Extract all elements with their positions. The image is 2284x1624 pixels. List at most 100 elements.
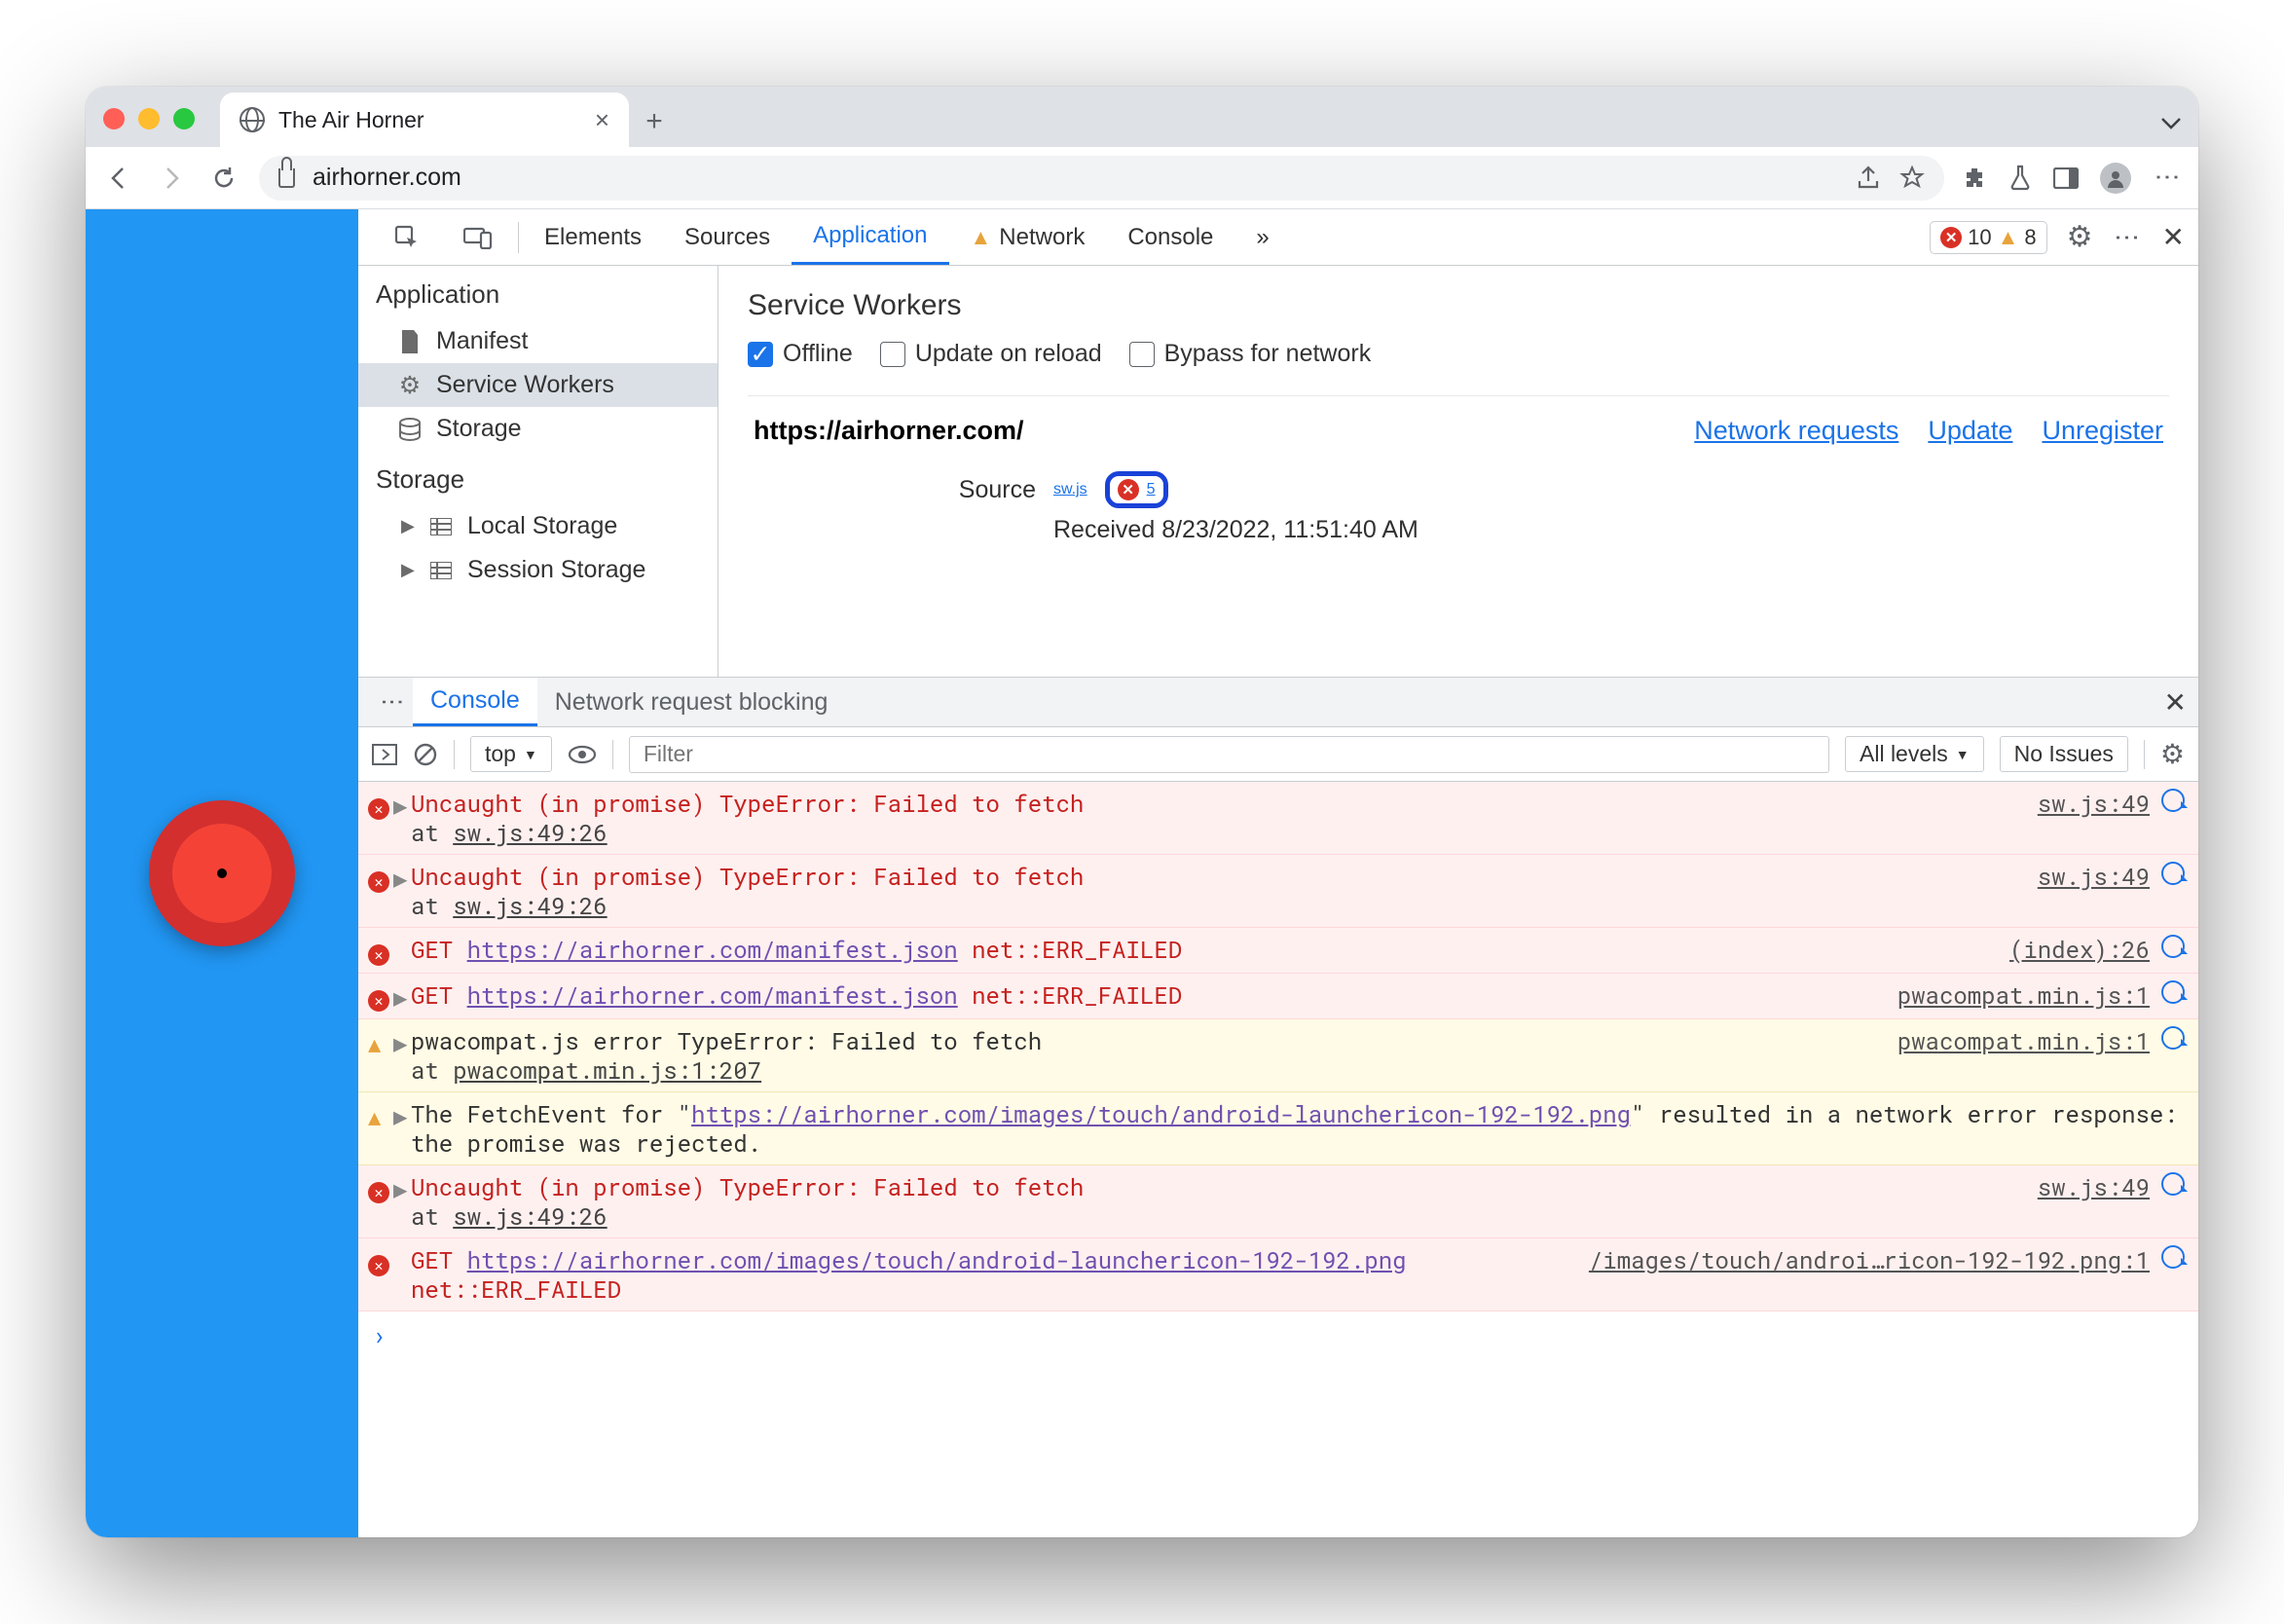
warning-icon: ▲ <box>1998 225 2019 250</box>
inspect-icon[interactable] <box>372 209 442 265</box>
close-tab-button[interactable]: × <box>595 105 609 135</box>
tab-console[interactable]: Console <box>1106 209 1234 265</box>
drawer-tab-nrb[interactable]: Network request blocking <box>537 678 846 726</box>
tab-title: The Air Horner <box>278 107 424 133</box>
error-icon: ✕ <box>1118 479 1139 500</box>
tab-network[interactable]: ▲Network <box>949 209 1107 265</box>
log-levels-selector[interactable]: All levels ▼ <box>1845 736 1984 772</box>
sidebar-item-manifest[interactable]: Manifest <box>358 319 718 363</box>
console-message[interactable]: ▲▶The FetchEvent for "https://airhorner.… <box>358 1092 2198 1165</box>
console-message[interactable]: ✕▶Uncaught (in promise) TypeError: Faile… <box>358 1165 2198 1238</box>
sidebar-item-storage[interactable]: Storage <box>358 407 718 451</box>
drawer-menu-button[interactable]: ⋮ <box>370 690 413 714</box>
toolbar: airhorner.com ⋮ <box>86 147 2198 209</box>
back-button[interactable] <box>101 161 136 196</box>
reload-button[interactable] <box>206 161 241 196</box>
error-icon: ✕ <box>1940 227 1962 248</box>
profile-button[interactable] <box>2100 163 2131 194</box>
gear-icon: ⚙ <box>397 373 423 398</box>
bookmark-icon[interactable] <box>1899 166 1925 191</box>
bypass-for-network-checkbox[interactable]: Bypass for network <box>1129 340 1372 368</box>
close-devtools-button[interactable]: ✕ <box>2162 221 2185 253</box>
url-text: airhorner.com <box>313 164 461 192</box>
manifest-icon <box>397 329 423 354</box>
console-message[interactable]: ✕GET https://airhorner.com/images/touch/… <box>358 1238 2198 1311</box>
loop-icon <box>2161 1245 2185 1269</box>
issues-button[interactable]: No Issues <box>2000 736 2128 772</box>
console-message[interactable]: ✕▶GET https://airhorner.com/manifest.jso… <box>358 974 2198 1019</box>
tabs-dropdown-button[interactable] <box>2161 118 2181 129</box>
grid-icon <box>428 558 454 583</box>
browser-tab[interactable]: The Air Horner × <box>220 92 629 147</box>
sidebar-item-service-workers[interactable]: ⚙ Service Workers <box>358 363 718 407</box>
console-settings-icon[interactable]: ⚙ <box>2160 738 2185 770</box>
device-icon[interactable] <box>442 209 514 265</box>
tab-elements[interactable]: Elements <box>523 209 663 265</box>
loop-icon <box>2161 862 2185 885</box>
titlebar: The Air Horner × + <box>86 87 2198 147</box>
context-selector[interactable]: top ▼ <box>470 736 552 772</box>
devtools-tabstrip: Elements Sources Application ▲Network Co… <box>358 209 2198 266</box>
loop-icon <box>2161 980 2185 1004</box>
update-link[interactable]: Update <box>1928 416 2012 446</box>
more-tabs-button[interactable]: » <box>1234 209 1290 265</box>
clear-console-button[interactable] <box>413 742 438 767</box>
application-sidebar: Application Manifest ⚙ Service Workers S… <box>358 266 718 677</box>
minimize-window-button[interactable] <box>138 108 160 129</box>
chrome-menu-button[interactable]: ⋮ <box>2153 165 2183 192</box>
window-controls <box>103 108 195 129</box>
console-sidebar-toggle[interactable] <box>372 744 397 765</box>
devtools: Elements Sources Application ▲Network Co… <box>358 209 2198 1537</box>
drawer-tab-console[interactable]: Console <box>413 678 537 726</box>
maximize-window-button[interactable] <box>173 108 195 129</box>
offline-checkbox[interactable]: ✓Offline <box>748 340 853 368</box>
message-source-link[interactable]: pwacompat.min.js:1 <box>1897 1026 2150 1085</box>
share-icon[interactable] <box>1857 166 1880 191</box>
live-expression-button[interactable] <box>568 745 597 764</box>
new-tab-button[interactable]: + <box>643 110 666 133</box>
lock-icon <box>278 168 295 188</box>
console-message[interactable]: ✕GET https://airhorner.com/manifest.json… <box>358 928 2198 974</box>
message-source-link[interactable]: pwacompat.min.js:1 <box>1897 980 2150 1012</box>
labs-icon[interactable] <box>2008 165 2032 192</box>
message-source-link[interactable]: (index):26 <box>2009 935 2150 966</box>
settings-icon[interactable]: ⚙ <box>2067 220 2093 254</box>
tab-application[interactable]: Application <box>792 209 948 265</box>
grid-icon <box>428 514 454 539</box>
console-message[interactable]: ✕▶Uncaught (in promise) TypeError: Faile… <box>358 855 2198 928</box>
tab-sources[interactable]: Sources <box>663 209 792 265</box>
address-bar[interactable]: airhorner.com <box>259 156 1944 201</box>
storage-icon <box>397 417 423 442</box>
sidebar-item-session-storage[interactable]: ▶ Session Storage <box>358 548 718 592</box>
error-warning-badge[interactable]: ✕10 ▲8 <box>1930 221 2047 254</box>
warning-icon: ▲ <box>368 1102 381 1130</box>
message-source-link[interactable]: sw.js:49 <box>2038 1172 2150 1231</box>
unregister-link[interactable]: Unregister <box>2042 416 2163 446</box>
error-icon: ✕ <box>368 990 389 1012</box>
console-message[interactable]: ▲▶pwacompat.js error TypeError: Failed t… <box>358 1019 2198 1092</box>
caret-right-icon: ▶ <box>401 516 415 536</box>
sw-source-link[interactable]: sw.js <box>1053 481 1087 498</box>
extensions-icon[interactable] <box>1962 166 1987 191</box>
forward-button[interactable] <box>154 161 189 196</box>
devtools-menu-button[interactable]: ⋮ <box>2113 225 2143 250</box>
network-requests-link[interactable]: Network requests <box>1694 416 1898 446</box>
console-message[interactable]: ✕▶Uncaught (in promise) TypeError: Faile… <box>358 782 2198 855</box>
message-source-link[interactable]: sw.js:49 <box>2038 862 2150 920</box>
console-prompt[interactable]: › <box>358 1311 2198 1360</box>
sidebar-item-local-storage[interactable]: ▶ Local Storage <box>358 504 718 548</box>
source-label: Source <box>754 476 1036 504</box>
sw-error-count[interactable]: ✕ 5 <box>1105 471 1168 508</box>
globe-icon <box>239 107 265 132</box>
airhorn-button[interactable] <box>149 800 295 946</box>
error-icon: ✕ <box>368 1255 389 1276</box>
message-source-link[interactable]: /images/touch/androi…ricon-192-192.png:1 <box>1589 1245 2150 1304</box>
warning-icon: ▲ <box>368 1029 381 1057</box>
update-on-reload-checkbox[interactable]: Update on reload <box>880 340 1102 368</box>
close-drawer-button[interactable]: ✕ <box>2164 686 2187 719</box>
error-icon: ✕ <box>368 944 389 966</box>
message-source-link[interactable]: sw.js:49 <box>2038 789 2150 847</box>
console-filter-input[interactable] <box>629 736 1829 773</box>
close-window-button[interactable] <box>103 108 125 129</box>
side-panel-icon[interactable] <box>2053 167 2079 189</box>
